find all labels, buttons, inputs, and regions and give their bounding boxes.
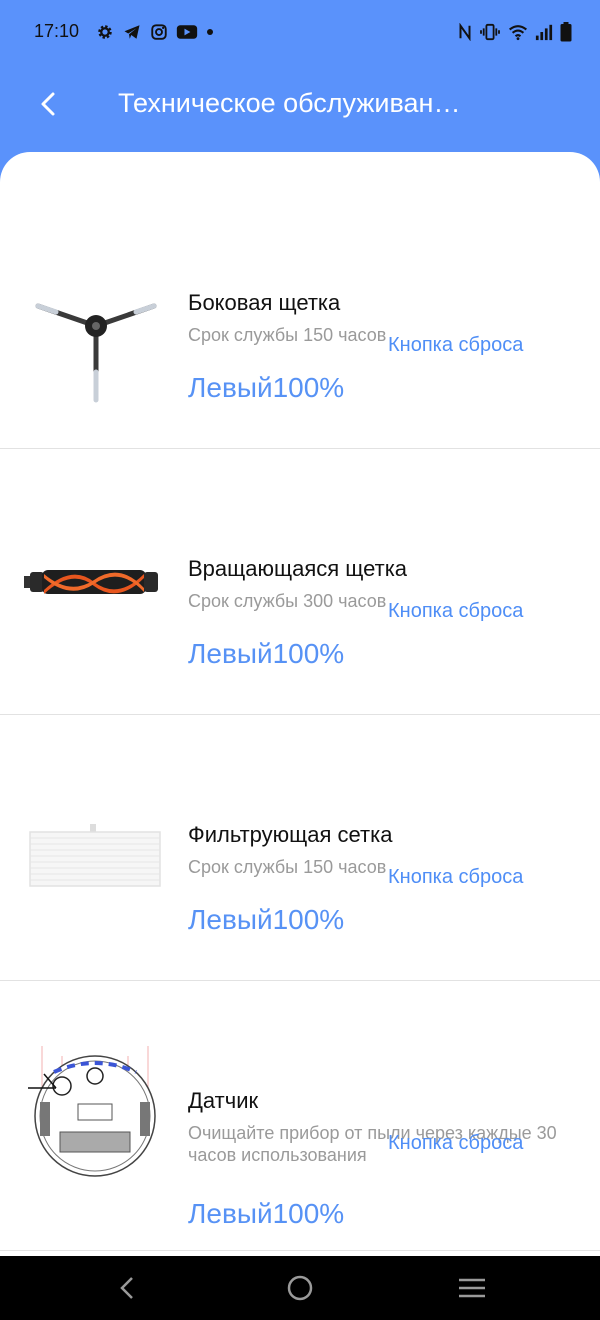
home-icon <box>287 1275 313 1301</box>
nfc-icon <box>459 23 471 41</box>
recents-icon <box>459 1278 485 1298</box>
item-level: Левый100% <box>188 904 345 935</box>
reset-button[interactable]: Кнопка сброса <box>388 334 523 357</box>
item-name: Фильтрующая сетка <box>188 822 393 847</box>
status-bar: 17:10 <box>0 0 600 64</box>
vibrate-icon <box>480 23 500 41</box>
nav-recents-button[interactable] <box>447 1268 497 1308</box>
status-time: 17:10 <box>34 21 80 41</box>
reset-button[interactable]: Кнопка сброса <box>388 866 523 889</box>
item-name: Боковая щетка <box>188 290 341 315</box>
nav-home-button[interactable] <box>275 1268 325 1308</box>
instagram-icon <box>151 24 167 40</box>
wifi-icon <box>509 25 527 41</box>
page-title: Техническое обслуживан… <box>118 88 461 118</box>
main-brush-image <box>24 570 158 594</box>
list-item[interactable]: Вращающаяся щетка Срок службы 300 часов … <box>0 448 600 715</box>
list-item[interactable]: Датчик Очищайте прибор от пыли через каж… <box>0 980 600 1251</box>
signal-icon <box>535 24 553 41</box>
item-level: Левый100% <box>188 638 345 669</box>
reset-button[interactable]: Кнопка сброса <box>388 600 523 623</box>
status-icons-left <box>96 21 214 43</box>
back-button[interactable] <box>28 84 68 124</box>
youtube-icon <box>176 25 198 39</box>
dot-icon <box>207 29 213 35</box>
robot-sensor-image <box>28 1046 156 1177</box>
item-level: Левый100% <box>188 1198 345 1229</box>
item-name: Датчик <box>188 1088 259 1113</box>
telegram-icon <box>124 25 140 39</box>
reset-button[interactable]: Кнопка сброса <box>388 1132 523 1155</box>
item-name: Вращающаяся щетка <box>188 556 408 581</box>
battery-icon <box>560 22 572 42</box>
system-nav-bar <box>0 1256 600 1320</box>
side-brush-image <box>35 303 157 403</box>
gear-icon <box>98 25 112 39</box>
back-icon <box>120 1277 133 1299</box>
filter-image <box>29 824 161 887</box>
status-icons-right <box>458 20 572 44</box>
list-item[interactable]: Боковая щетка Срок службы 150 часов Кноп… <box>0 182 600 449</box>
maintenance-list: Боковая щетка Срок службы 150 часов Кноп… <box>0 152 600 1256</box>
item-level: Левый100% <box>188 372 345 403</box>
app-bar: Техническое обслуживан… <box>0 64 600 152</box>
list-item[interactable]: Фильтрующая сетка Срок службы 150 часов … <box>0 714 600 981</box>
nav-back-button[interactable] <box>102 1268 152 1308</box>
chevron-left-icon <box>41 92 55 116</box>
